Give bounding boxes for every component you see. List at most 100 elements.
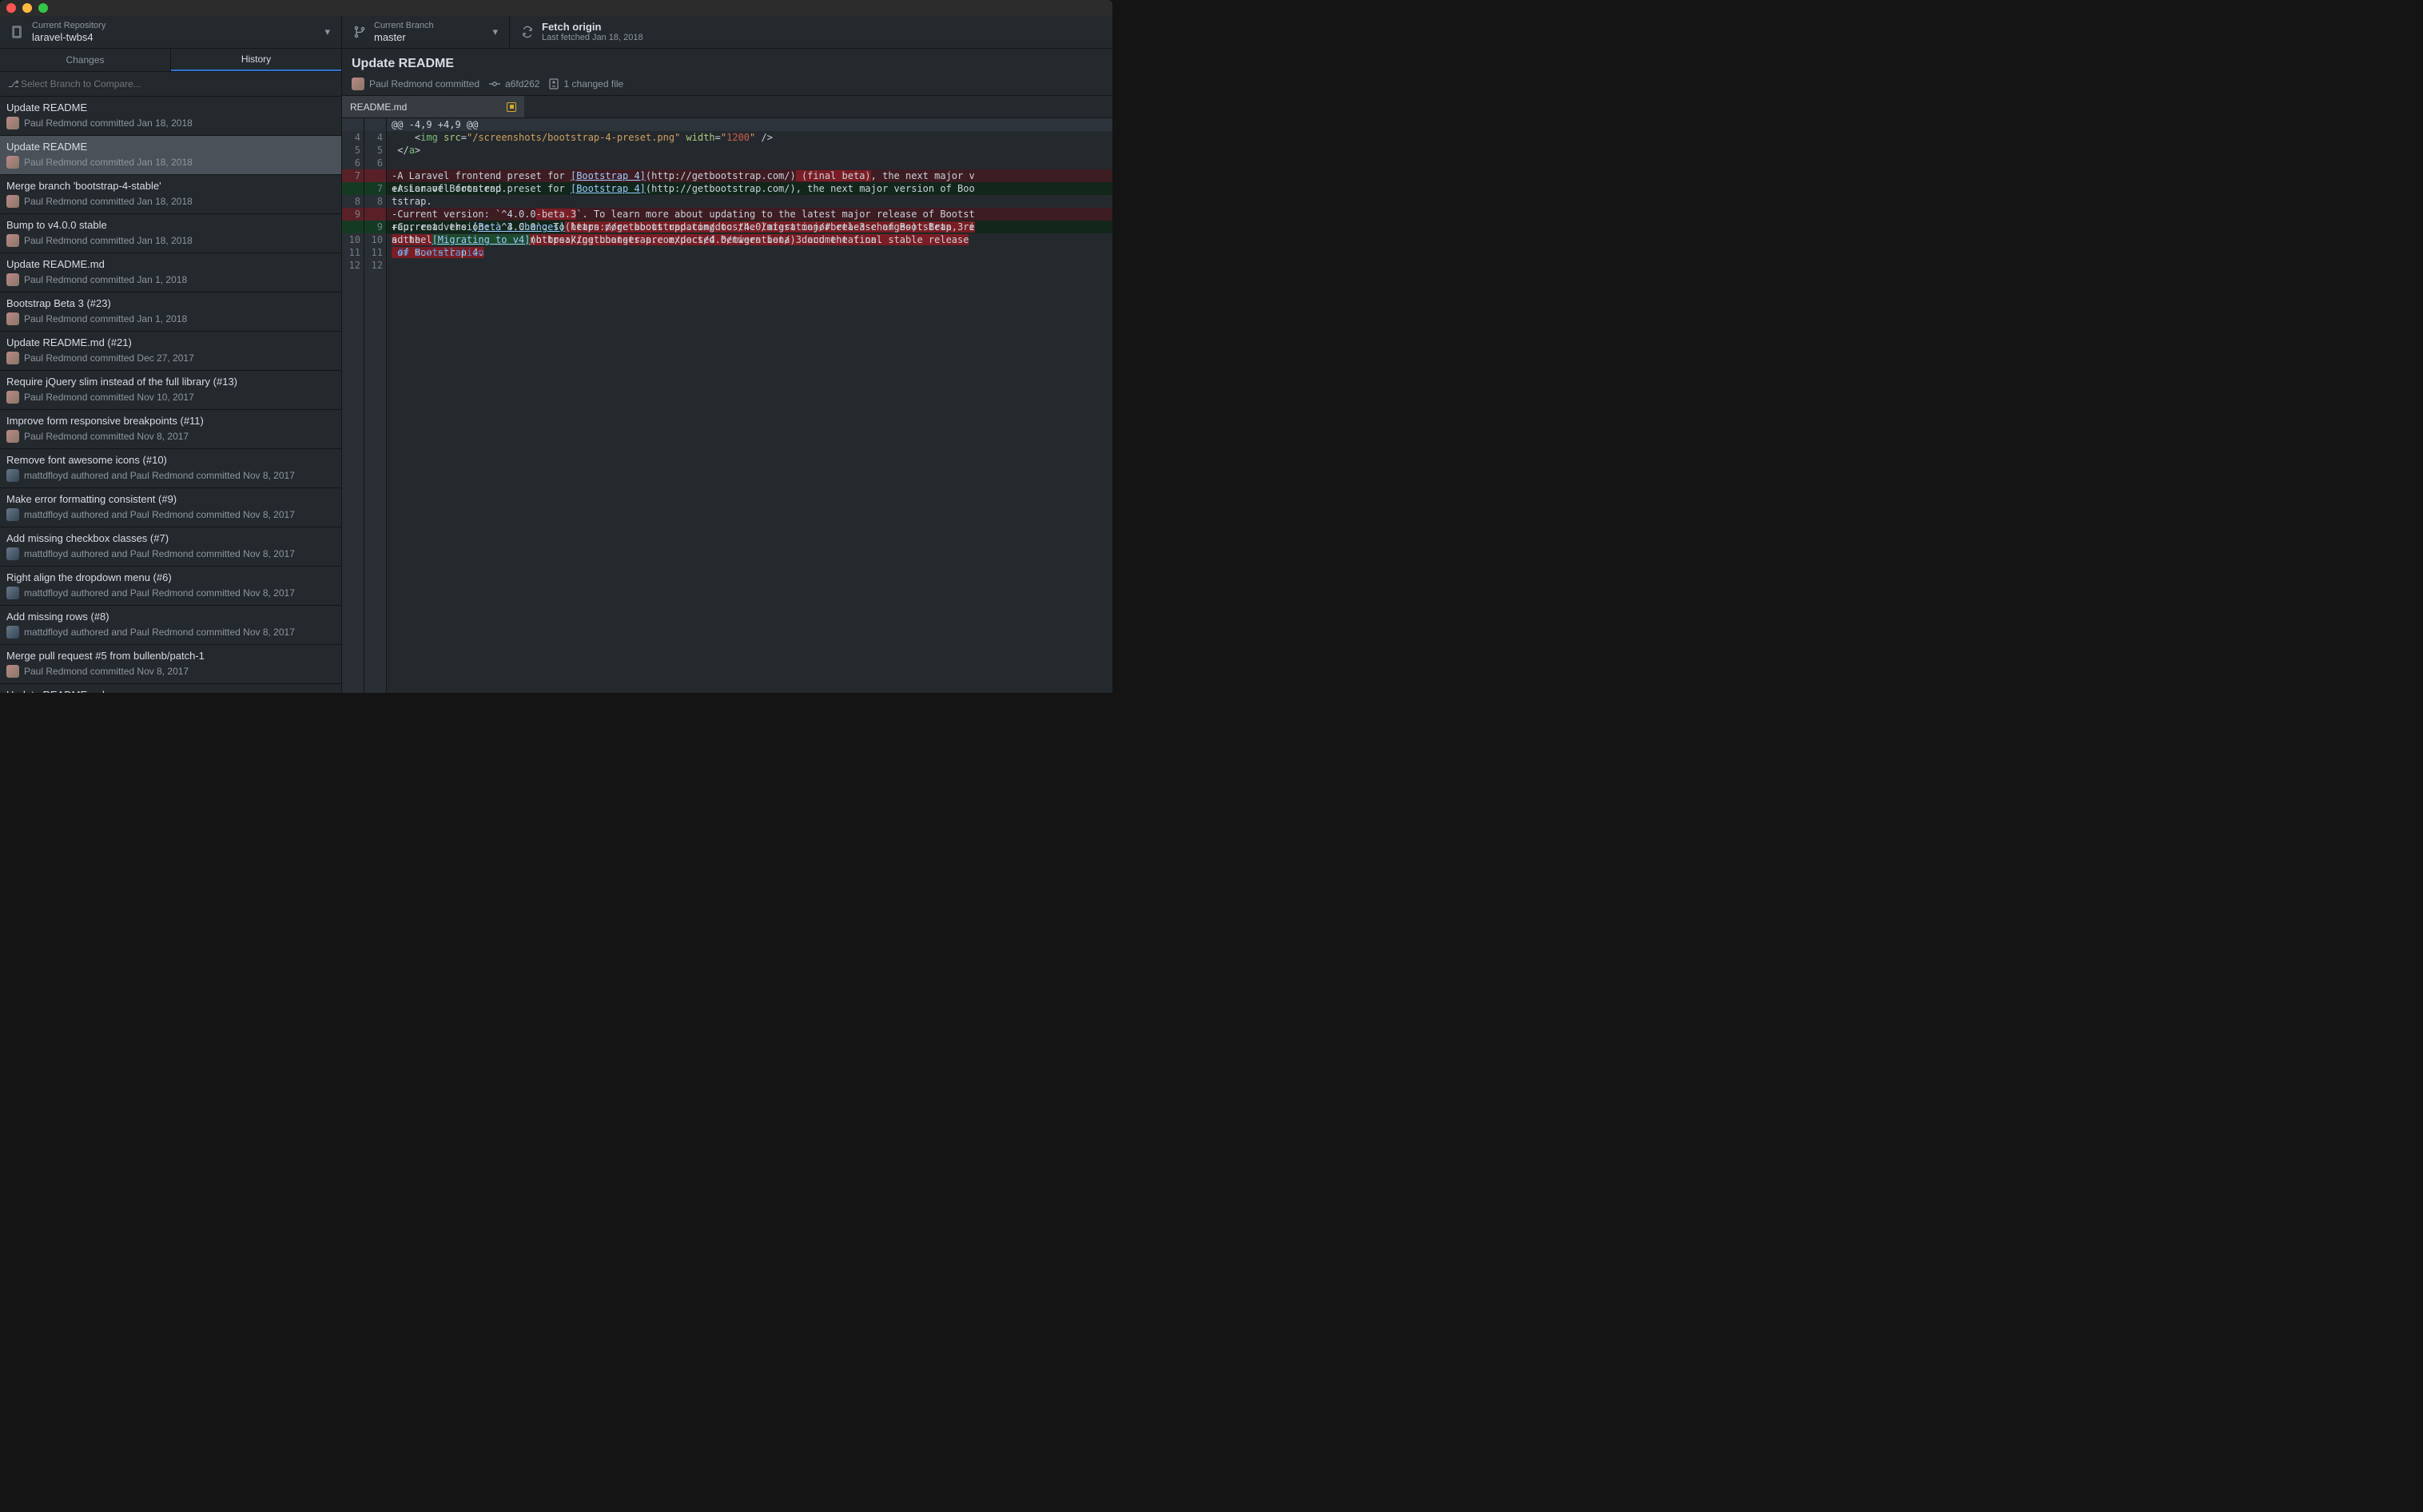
avatar: [6, 156, 19, 169]
tab-changes[interactable]: Changes: [0, 49, 171, 71]
sidebar: Changes History ⎇ Update README Paul Redm…: [0, 49, 342, 693]
fetch-button[interactable]: Fetch origin Last fetched Jan 18, 2018: [510, 16, 1112, 48]
commit-item-meta-text: mattdfloyd authored and Paul Redmond com…: [24, 509, 295, 520]
avatar: [6, 587, 19, 599]
branch-switcher[interactable]: Current Branch master ▾: [342, 16, 510, 48]
chevron-down-icon: ▾: [492, 26, 498, 38]
commit-list[interactable]: Update README Paul Redmond committed Jan …: [0, 97, 341, 693]
branch-icon: [353, 26, 366, 38]
minimize-window-button[interactable]: [22, 3, 32, 13]
diff-view[interactable]: 456789101112456789101112@@ -4,9 +4,9 @@ …: [342, 118, 1112, 693]
commit-item[interactable]: Add missing rows (#8) mattdfloyd authored…: [0, 606, 341, 645]
commit-item-meta-text: Paul Redmond committed Jan 18, 2018: [24, 117, 193, 129]
main-split: Changes History ⎇ Update README Paul Redm…: [0, 49, 1112, 693]
branch-value: master: [374, 31, 434, 44]
commit-item[interactable]: Merge pull request #5 from bullenb/patch…: [0, 645, 341, 684]
commit-item[interactable]: Require jQuery slim instead of the full …: [0, 371, 341, 410]
commit-item[interactable]: Remove font awesome icons (#10) mattdfloy…: [0, 449, 341, 488]
commit-item-meta-text: Paul Redmond committed Jan 1, 2018: [24, 313, 187, 324]
toolbar: Current Repository laravel-twbs4 ▾ Curre…: [0, 16, 1112, 49]
commit-item-title: Make error formatting consistent (#9): [6, 493, 335, 505]
commit-item-meta: mattdfloyd authored and Paul Redmond com…: [6, 547, 335, 560]
fetch-label: Fetch origin: [542, 21, 643, 34]
commit-item-title: Bootstrap Beta 3 (#23): [6, 297, 335, 309]
commit-item-title: Update README.md (#21): [6, 336, 335, 348]
commit-item-meta-text: Paul Redmond committed Jan 1, 2018: [24, 274, 187, 285]
tab-history[interactable]: History: [171, 49, 341, 71]
avatar: [6, 195, 19, 208]
commit-item-meta: Paul Redmond committed Jan 18, 2018: [6, 234, 335, 247]
commit-item-meta-text: Paul Redmond committed Jan 18, 2018: [24, 196, 193, 207]
avatar: [6, 312, 19, 325]
zoom-window-button[interactable]: [38, 3, 48, 13]
avatar: [6, 234, 19, 247]
commit-item-title: Add missing rows (#8): [6, 611, 335, 623]
commit-item[interactable]: Update README.md (#21) Paul Redmond commi…: [0, 332, 341, 371]
commit-item[interactable]: Bump to v4.0.0 stable Paul Redmond commit…: [0, 214, 341, 253]
commit-item[interactable]: Update README.mdPaul Redmond committed J…: [0, 253, 341, 292]
avatar: [6, 469, 19, 482]
commit-item-meta: Paul Redmond committed Nov 10, 2017: [6, 391, 335, 404]
repo-switcher[interactable]: Current Repository laravel-twbs4 ▾: [0, 16, 342, 48]
commit-item-meta: Paul Redmond committed Jan 18, 2018: [6, 117, 335, 129]
commit-item-meta: Paul Redmond committed Jan 1, 2018: [6, 312, 335, 325]
compare-input[interactable]: [5, 75, 336, 93]
commit-item-meta-text: Paul Redmond committed Nov 10, 2017: [24, 392, 194, 403]
commit-item[interactable]: Add missing checkbox classes (#7) mattdfl…: [0, 527, 341, 567]
commit-item[interactable]: Update READMEPaul Redmond committed Jan …: [0, 136, 341, 175]
commit-item[interactable]: Make error formatting consistent (#9) mat…: [0, 488, 341, 527]
avatar: [6, 430, 19, 443]
commit-item[interactable]: Improve form responsive breakpoints (#11…: [0, 410, 341, 449]
commit-item-meta-text: Paul Redmond committed Nov 8, 2017: [24, 666, 189, 677]
commit-item-meta: mattdfloyd authored and Paul Redmond com…: [6, 626, 335, 639]
commit-item-meta: Paul Redmond committed Nov 8, 2017: [6, 665, 335, 678]
commit-item-meta-text: mattdfloyd authored and Paul Redmond com…: [24, 627, 295, 638]
commit-item[interactable]: Bootstrap Beta 3 (#23) Paul Redmond commi…: [0, 292, 341, 332]
repo-value: laravel-twbs4: [32, 31, 105, 44]
commit-item-title: Bump to v4.0.0 stable: [6, 219, 335, 231]
commit-title: Update README: [352, 57, 1103, 71]
file-name: README.md: [350, 101, 407, 113]
commit-item-title: Improve form responsive breakpoints (#11…: [6, 415, 335, 427]
changed-files[interactable]: 1 changed file: [549, 78, 623, 90]
commit-item[interactable]: Update README Paul Redmond committed Jan …: [0, 97, 341, 136]
commit-author-text: Paul Redmond committed: [369, 78, 479, 90]
commit-item-title: Update README: [6, 101, 335, 113]
commit-item-title: Remove font awesome icons (#10): [6, 454, 335, 466]
avatar: [352, 78, 364, 90]
commit-item-meta-text: Paul Redmond committed Jan 18, 2018: [24, 235, 193, 246]
commit-item-meta: mattdfloyd authored and Paul Redmond com…: [6, 587, 335, 599]
commit-item[interactable]: Right align the dropdown menu (#6) mattdf…: [0, 567, 341, 606]
commit-item-meta: Paul Redmond committed Jan 18, 2018: [6, 156, 335, 169]
avatar: [6, 273, 19, 286]
chevron-down-icon: ▾: [324, 26, 330, 38]
repo-icon: [11, 26, 24, 38]
branch-compare: ⎇: [0, 72, 341, 97]
window-controls: [6, 3, 48, 13]
commit-item[interactable]: Merge branch 'bootstrap-4-stable'Paul Re…: [0, 175, 341, 214]
avatar: [6, 391, 19, 404]
window-titlebar: [0, 0, 1112, 16]
commit-item-meta: Paul Redmond committed Jan 18, 2018: [6, 195, 335, 208]
commit-author: Paul Redmond committed: [352, 78, 479, 90]
commit-item-meta-text: mattdfloyd authored and Paul Redmond com…: [24, 470, 295, 481]
file-item[interactable]: README.md: [342, 96, 524, 117]
fetch-value: Last fetched Jan 18, 2018: [542, 33, 643, 43]
commit-item-title: Right align the dropdown menu (#6): [6, 571, 335, 583]
sha-text: a6fd262: [505, 78, 539, 90]
avatar: [6, 626, 19, 639]
diff-icon: [549, 78, 559, 90]
commit-item-meta-text: mattdfloyd authored and Paul Redmond com…: [24, 587, 295, 599]
commit-item-meta: Paul Redmond committed Nov 8, 2017: [6, 430, 335, 443]
commit-detail: Update README Paul Redmond committed a6f…: [342, 49, 1112, 693]
close-window-button[interactable]: [6, 3, 16, 13]
avatar: [6, 508, 19, 521]
commit-item-meta: Paul Redmond committed Dec 27, 2017: [6, 352, 335, 364]
commit-item-meta: Paul Redmond committed Jan 1, 2018: [6, 273, 335, 286]
repo-label: Current Repository: [32, 21, 105, 31]
commit-sha[interactable]: a6fd262: [489, 78, 539, 90]
commit-item[interactable]: Update README.mdBrendan Bullen committed…: [0, 684, 341, 693]
changed-text: 1 changed file: [563, 78, 623, 90]
sidebar-tabs: Changes History: [0, 49, 341, 72]
commit-item-title: Add missing checkbox classes (#7): [6, 532, 335, 544]
